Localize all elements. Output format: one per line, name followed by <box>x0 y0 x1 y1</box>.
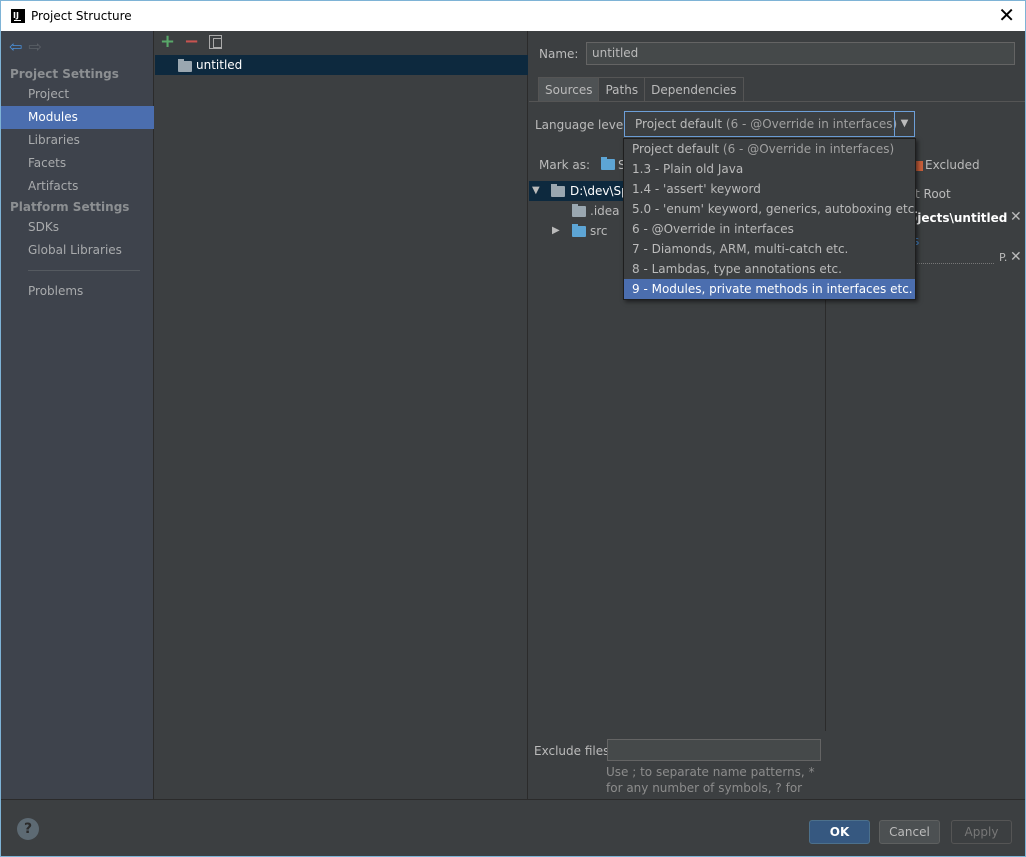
close-icon[interactable]: ✕ <box>998 5 1015 25</box>
tree-idea-label: .idea <box>590 204 620 218</box>
content-root-path: ojects\untitled <box>909 211 1008 225</box>
remove-source-folder-icon[interactable]: ✕ <box>1010 249 1022 265</box>
tab-paths[interactable]: Paths <box>598 77 646 101</box>
name-field[interactable]: untitled <box>586 42 1015 65</box>
language-level-value-detail: (6 - @Override in interfaces) <box>725 117 898 131</box>
folder-icon <box>572 204 586 217</box>
dropdown-option-9[interactable]: 9 - Modules, private methods in interfac… <box>624 279 915 299</box>
mark-as-excluded-label[interactable]: Excluded <box>925 158 980 172</box>
dropdown-option-5-0[interactable]: 5.0 - 'enum' keyword, generics, autoboxi… <box>624 199 918 219</box>
sidebar-item-libraries[interactable]: Libraries <box>1 129 154 152</box>
source-folder-icon <box>572 224 586 237</box>
forward-arrow-icon[interactable]: ⇨ <box>28 37 41 56</box>
dotted-divider <box>914 263 994 264</box>
sidebar-item-sdks[interactable]: SDKs <box>1 216 154 239</box>
tree-src-label: src <box>590 224 608 238</box>
tab-sources[interactable]: Sources <box>538 77 600 101</box>
sidebar-item-project[interactable]: Project <box>1 83 154 106</box>
sources-folder-icon[interactable] <box>601 157 615 170</box>
tab-dependencies[interactable]: Dependencies <box>644 77 744 101</box>
sidebar: ⇦ ⇨ Project Settings Project Modules Libr… <box>1 31 154 799</box>
sidebar-item-artifacts[interactable]: Artifacts <box>1 175 154 198</box>
remove-content-root-icon[interactable]: ✕ <box>1010 209 1022 225</box>
language-level-value: Project default <box>635 117 723 131</box>
module-list-panel: + − untitled <box>155 31 528 799</box>
apply-button[interactable]: Apply <box>951 820 1012 844</box>
properties-icon[interactable]: P. <box>999 251 1007 264</box>
dropdown-option-1-4[interactable]: 1.4 - 'assert' keyword <box>624 179 915 199</box>
language-level-label: Language level: <box>535 118 631 132</box>
option-detail: (6 - @Override in interfaces) <box>722 142 895 156</box>
mark-as-label: Mark as: <box>539 158 591 172</box>
window-title: Project Structure <box>31 9 132 23</box>
tabs: Sources Paths Dependencies <box>538 77 744 101</box>
dropdown-option-8[interactable]: 8 - Lambdas, type annotations etc. <box>624 259 915 279</box>
copy-icon[interactable] <box>209 35 222 49</box>
language-level-dropdown: Project default (6 - @Override in interf… <box>623 138 918 300</box>
name-label: Name: <box>539 47 579 61</box>
ok-button[interactable]: OK <box>809 820 870 844</box>
exclude-files-label: Exclude files: <box>534 744 614 758</box>
module-label: untitled <box>196 58 243 72</box>
language-level-combo[interactable]: Project default (6 - @Override in interf… <box>624 111 915 137</box>
group-project-settings: Project Settings <box>10 67 119 81</box>
option-main: Project default <box>632 142 720 156</box>
module-folder-icon <box>178 59 192 72</box>
help-icon[interactable]: ? <box>17 818 39 840</box>
excluded-folder-icon <box>916 161 923 171</box>
folder-icon <box>551 184 565 197</box>
nav-arrows: ⇦ ⇨ <box>9 37 42 56</box>
add-icon[interactable]: + <box>160 31 175 52</box>
module-toolbar: + − <box>155 31 528 55</box>
dropdown-option-6[interactable]: 6 - @Override in interfaces <box>624 219 915 239</box>
cancel-button[interactable]: Cancel <box>879 820 940 844</box>
intellij-app-icon: IJ <box>11 9 25 23</box>
chevron-down-icon[interactable]: ▼ <box>894 112 914 136</box>
title-bar: IJ Project Structure ✕ <box>0 0 1026 31</box>
sidebar-item-modules[interactable]: Modules <box>1 106 154 129</box>
content-root-label: t Root <box>915 187 951 201</box>
dropdown-option-project-default[interactable]: Project default (6 - @Override in interf… <box>624 139 915 159</box>
group-platform-settings: Platform Settings <box>10 200 130 214</box>
module-row-untitled[interactable]: untitled <box>155 55 528 75</box>
dropdown-option-7[interactable]: 7 - Diamonds, ARM, multi-catch etc. <box>624 239 915 259</box>
sidebar-item-facets[interactable]: Facets <box>1 152 154 175</box>
tab-divider <box>529 101 1025 102</box>
sidebar-item-global-libraries[interactable]: Global Libraries <box>1 239 154 262</box>
back-arrow-icon[interactable]: ⇦ <box>9 37 22 56</box>
expanded-triangle-icon[interactable]: ▼ <box>532 181 540 201</box>
collapsed-triangle-icon[interactable]: ▶ <box>552 221 560 241</box>
sidebar-divider <box>28 270 140 271</box>
dropdown-option-1-3[interactable]: 1.3 - Plain old Java <box>624 159 915 179</box>
remove-icon[interactable]: − <box>184 31 199 52</box>
exclude-files-input[interactable] <box>607 739 821 761</box>
sidebar-item-problems[interactable]: Problems <box>1 280 154 303</box>
bottom-bar: ? OK Cancel Apply <box>1 799 1025 856</box>
tree-root-label: D:\dev\Sp <box>570 184 629 198</box>
